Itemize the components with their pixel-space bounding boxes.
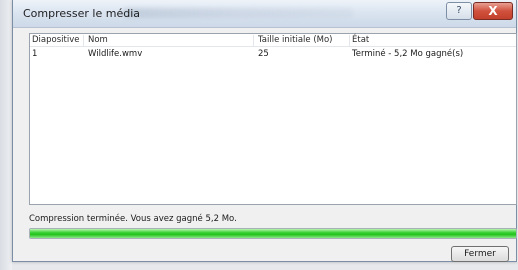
list-header: Diapositive Nom Taille initiale (Mo) Éta… xyxy=(30,34,516,47)
column-header-initial-size[interactable]: Taille initiale (Mo) xyxy=(256,35,350,46)
column-header-name[interactable]: Nom xyxy=(86,35,254,46)
media-list[interactable]: Diapositive Nom Taille initiale (Mo) Éta… xyxy=(29,33,517,205)
close-window-button[interactable]: X xyxy=(473,2,513,20)
cell-initial-size: 25 xyxy=(258,49,269,59)
compression-status-message: Compression terminée. Vous avez gagné 5,… xyxy=(29,214,237,224)
blurred-title-region xyxy=(123,8,353,18)
cell-status: Terminé - 5,2 Mo gagné(s) xyxy=(352,49,464,59)
help-button[interactable]: ? xyxy=(446,2,472,20)
column-header-status[interactable]: État xyxy=(350,35,510,46)
title-bar[interactable]: Compresser le média ? X xyxy=(13,0,516,28)
progress-bar-fill xyxy=(30,229,516,238)
background-window-bottom xyxy=(12,262,518,270)
progress-bar xyxy=(29,228,517,239)
compress-media-dialog: Compresser le média ? X Diapositive Nom … xyxy=(12,0,517,262)
background-window-edge xyxy=(0,0,12,270)
close-button[interactable]: Fermer xyxy=(451,246,509,262)
cell-slide: 1 xyxy=(32,49,38,59)
column-header-slide[interactable]: Diapositive xyxy=(30,35,84,46)
cell-name: Wildlife.wmv xyxy=(88,49,143,59)
dialog-title: Compresser le média xyxy=(23,7,140,20)
